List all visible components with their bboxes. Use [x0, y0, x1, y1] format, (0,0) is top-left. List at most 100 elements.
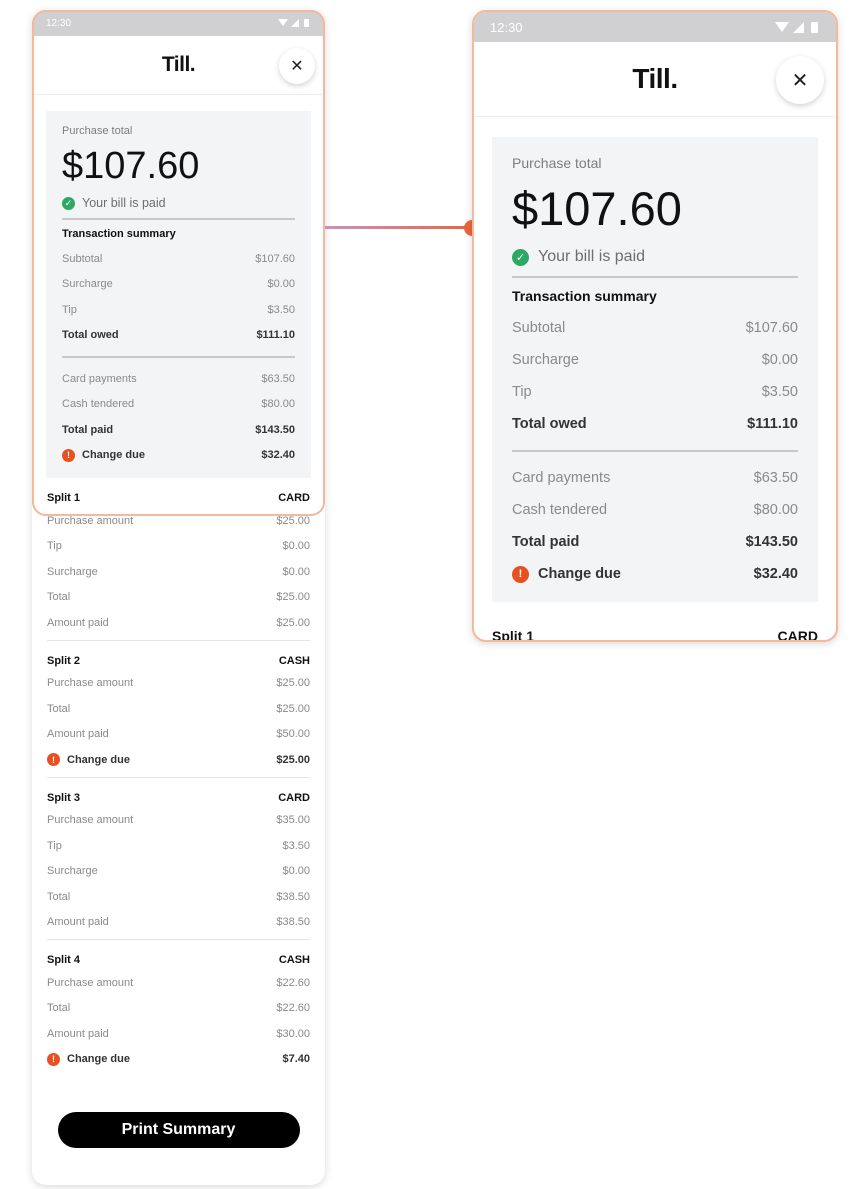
row-label: Total paid — [62, 423, 114, 436]
row-value: $25.00 — [276, 677, 310, 690]
summary-row: Subtotal $107.60 — [62, 246, 295, 272]
row-label-wrap: Total — [47, 891, 70, 903]
row-label-wrap: Total paid — [62, 424, 113, 436]
row-label-wrap: Purchase amount — [47, 977, 133, 989]
alert-icon: ! — [512, 565, 529, 583]
summary-row: Surcharge $0.00 — [47, 859, 310, 885]
row-label-wrap: Surcharge — [47, 566, 98, 578]
row-label: Tip — [47, 839, 62, 852]
split-method: CARD — [777, 628, 818, 642]
row-label: Tip — [512, 384, 532, 400]
row-label: Surcharge — [62, 278, 113, 291]
row-value: $0.00 — [282, 865, 310, 878]
row-label: Surcharge — [47, 865, 98, 878]
transaction-summary-title: Transaction summary — [62, 228, 176, 240]
summary-row: Total $22.60 — [47, 996, 310, 1022]
row-value: $143.50 — [255, 423, 295, 436]
row-value: $0.00 — [761, 352, 798, 368]
summary-row: Subtotal $107.60 — [512, 312, 798, 344]
purchase-total-amount: $107.60 — [512, 182, 682, 235]
row-value: $22.60 — [276, 1002, 310, 1015]
summary-rows-b: Card payments $63.50 Cash tendered $80.00 To… — [512, 462, 798, 590]
row-label-wrap: Card payments — [512, 470, 610, 486]
row-label: Change due — [67, 1053, 130, 1066]
row-label-wrap: Purchase amount — [47, 515, 133, 527]
row-label: Total — [47, 1002, 71, 1015]
summary-row: Cash tendered $80.00 — [512, 494, 798, 526]
summary-row: Total $25.00 — [47, 585, 310, 611]
row-label: Change due — [538, 566, 621, 582]
row-value: $38.50 — [276, 890, 310, 903]
row-value: $107.60 — [745, 320, 798, 336]
purchase-summary-card: Purchase total $107.60 ✓ Your bill is pa… — [46, 111, 311, 478]
row-label: Purchase amount — [47, 514, 134, 527]
row-label-wrap: Surcharge — [512, 352, 579, 368]
summary-row: Total owed $111.10 — [512, 408, 798, 440]
split-section: Split 3 CARD Purchase amount $35.00 Tip $3.50… — [47, 778, 310, 940]
summary-row: Total $25.00 — [47, 696, 310, 722]
row-label-wrap: Card payments — [62, 373, 137, 385]
row-value: $3.50 — [267, 303, 295, 316]
summary-row: Surcharge $0.00 — [62, 272, 295, 298]
split-title: Split 4 — [47, 954, 81, 966]
row-label: Card payments — [512, 470, 611, 486]
summary-row: Total paid $143.50 — [62, 417, 295, 443]
split-header: Split 4 CASH — [47, 950, 310, 970]
row-label-wrap: ! Change due — [47, 1052, 130, 1066]
row-label-wrap: Amount paid — [47, 728, 109, 740]
row-value: $111.10 — [747, 416, 798, 432]
row-label-wrap: Subtotal — [512, 320, 565, 336]
split-header: Split 2 CASH — [47, 651, 310, 671]
row-label-wrap: Total — [47, 1002, 70, 1014]
row-value: $22.60 — [276, 976, 310, 989]
split-title: Split 2 — [47, 654, 81, 667]
row-label-wrap: Total owed — [512, 416, 587, 432]
row-label-wrap: Total — [47, 703, 70, 715]
row-label-wrap: ! Change due — [512, 565, 621, 583]
row-value: $0.00 — [267, 278, 295, 291]
alert-icon: ! — [47, 753, 60, 767]
purchase-total-amount: $107.60 — [62, 145, 200, 187]
summary-row: Amount paid $30.00 — [47, 1021, 310, 1047]
row-label: Amount paid — [47, 728, 109, 741]
split-method: CARD — [278, 791, 310, 804]
alert-icon: ! — [62, 448, 75, 462]
paid-status: ✓ Your bill is paid — [62, 196, 295, 210]
row-label: Tip — [47, 540, 62, 553]
row-label: Purchase amount — [47, 976, 134, 989]
close-button[interactable]: ✕ — [279, 48, 315, 84]
summary-row: Total paid $143.50 — [512, 526, 798, 558]
summary-rows-a: Subtotal $107.60 Surcharge $0.00 Tip $3.50 Tot… — [512, 312, 798, 440]
summary-row: Tip $3.50 — [62, 297, 295, 323]
check-circle-icon: ✓ — [62, 196, 75, 210]
row-label: Tip — [62, 303, 77, 316]
summary-row: Purchase amount $25.00 — [47, 671, 310, 697]
row-label: Total — [47, 890, 71, 903]
row-label-wrap: Total paid — [512, 534, 579, 550]
status-icons — [774, 21, 820, 34]
zoom-connector-line — [325, 226, 469, 229]
row-label-wrap: Surcharge — [47, 865, 98, 877]
row-label-wrap: Purchase amount — [47, 814, 133, 826]
purchase-total-label: Purchase total — [512, 155, 602, 171]
row-label-wrap: Amount paid — [47, 617, 109, 629]
print-summary-button[interactable]: Print Summary — [57, 1112, 300, 1148]
wifi-signal-battery-icon — [278, 19, 309, 27]
summary-row: Tip $3.50 — [512, 376, 798, 408]
wifi-signal-battery-icon — [775, 21, 818, 33]
split-method: CARD — [278, 492, 310, 504]
till-logo: Till. — [161, 53, 196, 76]
paid-status-text: Your bill is paid — [538, 248, 646, 265]
row-label: Change due — [82, 449, 145, 462]
row-label: Total — [47, 702, 71, 715]
status-bar: 12:30 — [32, 10, 325, 36]
row-label-wrap: Amount paid — [47, 916, 109, 928]
row-label-wrap: Tip — [47, 540, 62, 552]
close-button[interactable]: ✕ — [776, 56, 824, 104]
split-1-header: Split 1 CARD — [474, 628, 836, 642]
alert-icon: ! — [47, 1052, 60, 1066]
row-label: Surcharge — [512, 352, 579, 368]
row-value: $107.60 — [255, 252, 295, 265]
divider — [62, 356, 295, 358]
split-section: Split 1 CARD Purchase amount $25.00 Tip $0.00… — [47, 478, 310, 641]
